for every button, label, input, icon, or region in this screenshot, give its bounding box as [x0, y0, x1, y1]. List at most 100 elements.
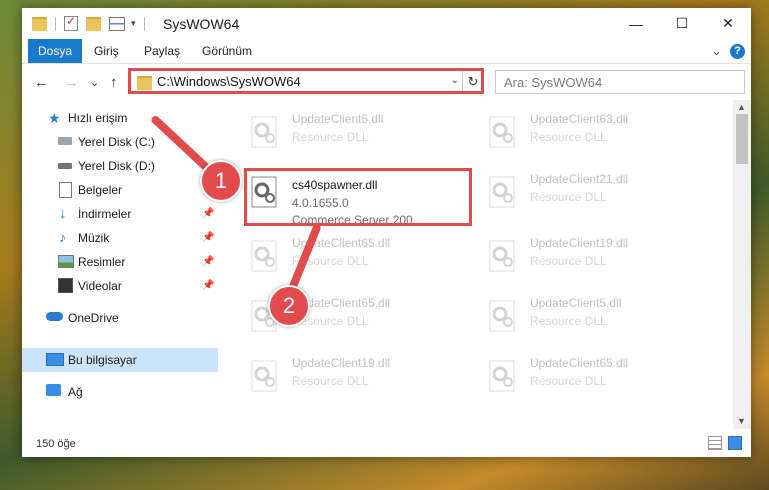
sidebar-item-onedrive[interactable]: OneDrive	[22, 306, 218, 330]
sidebar-item-documents[interactable]: Belgeler 📌	[22, 178, 218, 202]
file-name: UpdateClient5.dll	[530, 296, 622, 310]
file-item[interactable]: UpdateClient19.dll Resource DLL	[480, 234, 680, 278]
address-row: ← → ⌄ ↑ C:\Windows\SysWOW64 ⌄ ↻ Ara: Sys…	[22, 64, 751, 100]
address-bar[interactable]: C:\Windows\SysWOW64 ⌄ ↻	[130, 70, 484, 94]
sidebar-item-label: OneDrive	[68, 311, 119, 325]
item-count: 150 öğe	[36, 438, 76, 450]
dll-gear-icon	[250, 240, 280, 272]
title-bar: ▾ SysWOW64 — ☐ ✕	[22, 8, 751, 39]
details-view-icon[interactable]	[708, 436, 722, 450]
quick-access-toolbar: ▾	[32, 14, 149, 31]
sidebar-item-this-pc[interactable]: Bu bilgisayar	[22, 348, 218, 372]
minimize-button[interactable]: —	[613, 8, 659, 39]
ribbon-tabs: Dosya Giriş Paylaş Görünüm ⌄ ?	[22, 39, 751, 64]
dll-gear-icon	[250, 116, 280, 148]
pin-icon[interactable]: 📌	[202, 232, 214, 243]
view-properties-icon[interactable]	[109, 16, 125, 31]
sidebar-item-label: İndirmeler	[78, 207, 132, 221]
scroll-down-icon[interactable]: ▼	[737, 416, 746, 426]
dll-gear-icon	[488, 116, 518, 148]
cloud-icon	[46, 312, 63, 321]
scroll-up-icon[interactable]: ▲	[737, 102, 746, 112]
pin-icon[interactable]: 📌	[202, 256, 214, 267]
address-history-chevron-icon[interactable]: ⌄	[451, 75, 459, 86]
file-description: Resource DLL	[530, 314, 607, 328]
refresh-icon[interactable]: ↻	[462, 71, 483, 93]
recent-locations-chevron-icon[interactable]: ⌄	[90, 76, 99, 89]
pin-icon[interactable]: 📌	[202, 280, 214, 291]
address-path[interactable]: C:\Windows\SysWOW64	[157, 74, 301, 89]
sidebar-item-music[interactable]: ♪ Müzik 📌	[22, 226, 218, 250]
search-input[interactable]: Ara: SysWOW64	[495, 70, 745, 94]
dll-gear-icon	[250, 360, 280, 392]
file-name: UpdateClient19.dll	[292, 356, 391, 370]
address-folder-icon	[137, 76, 152, 90]
sidebar-item-label: Ağ	[68, 385, 83, 399]
help-icon[interactable]: ?	[730, 43, 745, 59]
file-item[interactable]: UpdateClient5.dll Resource DLL	[480, 294, 680, 338]
toolbar-divider	[55, 16, 56, 31]
dll-gear-icon	[488, 176, 518, 208]
video-film-icon	[58, 278, 73, 293]
search-placeholder: Ara: SysWOW64	[504, 75, 603, 90]
file-name: UpdateClient65.dll	[530, 356, 629, 370]
file-list: UpdateClient5.dll Resource DLL UpdateCli…	[218, 100, 733, 429]
file-description: Resource DLL	[530, 374, 607, 388]
sidebar-item-label: Yerel Disk (C:)	[78, 135, 155, 149]
dll-gear-icon	[488, 300, 518, 332]
up-arrow-icon[interactable]: ↑	[110, 74, 118, 91]
tab-gorunum[interactable]: Görünüm	[192, 39, 262, 63]
file-item[interactable]: UpdateClient63.dll Resource DLL	[480, 110, 680, 154]
sidebar-item-videos[interactable]: Videolar 📌	[22, 274, 218, 298]
tab-paylas[interactable]: Paylaş	[134, 39, 190, 63]
sidebar-item-local-disk-d[interactable]: Yerel Disk (D:)	[22, 154, 218, 178]
vertical-scrollbar[interactable]: ▲ ▼	[733, 100, 751, 429]
pin-icon[interactable]: 📌	[202, 208, 214, 219]
back-arrow-icon[interactable]: ←	[34, 74, 49, 91]
pictures-icon	[58, 255, 74, 268]
new-folder-icon[interactable]	[86, 16, 101, 31]
folder-icon	[32, 16, 47, 31]
file-name: UpdateClient5.dll	[292, 112, 384, 126]
file-name: UpdateClient63.dll	[530, 112, 629, 126]
large-icons-view-icon[interactable]	[728, 436, 742, 450]
file-item[interactable]: UpdateClient65.dll Resource DLL	[242, 234, 442, 278]
sidebar-item-network[interactable]: Ağ	[22, 380, 218, 404]
scrollbar-thumb[interactable]	[736, 114, 748, 164]
sidebar-item-quick-access[interactable]: ★ Hızlı erişim	[22, 106, 218, 130]
window-title: SysWOW64	[163, 16, 240, 32]
tab-giris[interactable]: Giriş	[84, 39, 129, 63]
customize-toolbar-chevron-icon[interactable]: ▾	[131, 18, 136, 29]
file-name: UpdateClient21.dll	[530, 172, 629, 186]
maximize-button[interactable]: ☐	[659, 8, 705, 39]
sidebar-item-label: Resimler	[78, 255, 126, 269]
forward-arrow-icon[interactable]: →	[64, 74, 79, 91]
file-description: Resource DLL	[530, 190, 607, 204]
dll-gear-icon	[488, 240, 518, 272]
file-item[interactable]: UpdateClient19.dll Resource DLL	[242, 354, 442, 398]
file-item[interactable]: UpdateClient21.dll Resource DLL	[480, 170, 680, 214]
sidebar-item-label: Yerel Disk (D:)	[78, 159, 155, 173]
file-highlight-box	[244, 168, 472, 226]
sidebar-item-pictures[interactable]: Resimler 📌	[22, 250, 218, 274]
computer-monitor-icon	[46, 353, 64, 366]
file-description: Resource DLL	[292, 374, 369, 388]
close-button[interactable]: ✕	[705, 8, 751, 39]
step1-badge: 1	[200, 160, 242, 202]
tab-dosya[interactable]: Dosya	[28, 39, 83, 63]
ribbon-controls: ⌄ ?	[711, 43, 745, 59]
explorer-window: ▾ SysWOW64 — ☐ ✕ Dosya Giriş Paylaş Görü…	[22, 8, 751, 457]
file-item[interactable]: UpdateClient65.dll Resource DLL	[480, 354, 680, 398]
expand-ribbon-chevron-icon[interactable]: ⌄	[711, 43, 722, 59]
sidebar-item-label: Videolar	[78, 279, 122, 293]
file-name: UpdateClient19.dll	[530, 236, 629, 250]
status-bar: 150 öğe	[22, 429, 751, 457]
dll-gear-icon	[488, 360, 518, 392]
sidebar-item-label: Müzik	[78, 231, 110, 245]
file-item[interactable]: UpdateClient5.dll Resource DLL	[242, 110, 442, 154]
drive-icon	[58, 163, 72, 169]
documents-icon	[59, 182, 72, 198]
sidebar-item-downloads[interactable]: ↓ İndirmeler 📌	[22, 202, 218, 226]
drive-icon	[58, 137, 72, 145]
properties-checklist-icon[interactable]	[64, 14, 78, 31]
